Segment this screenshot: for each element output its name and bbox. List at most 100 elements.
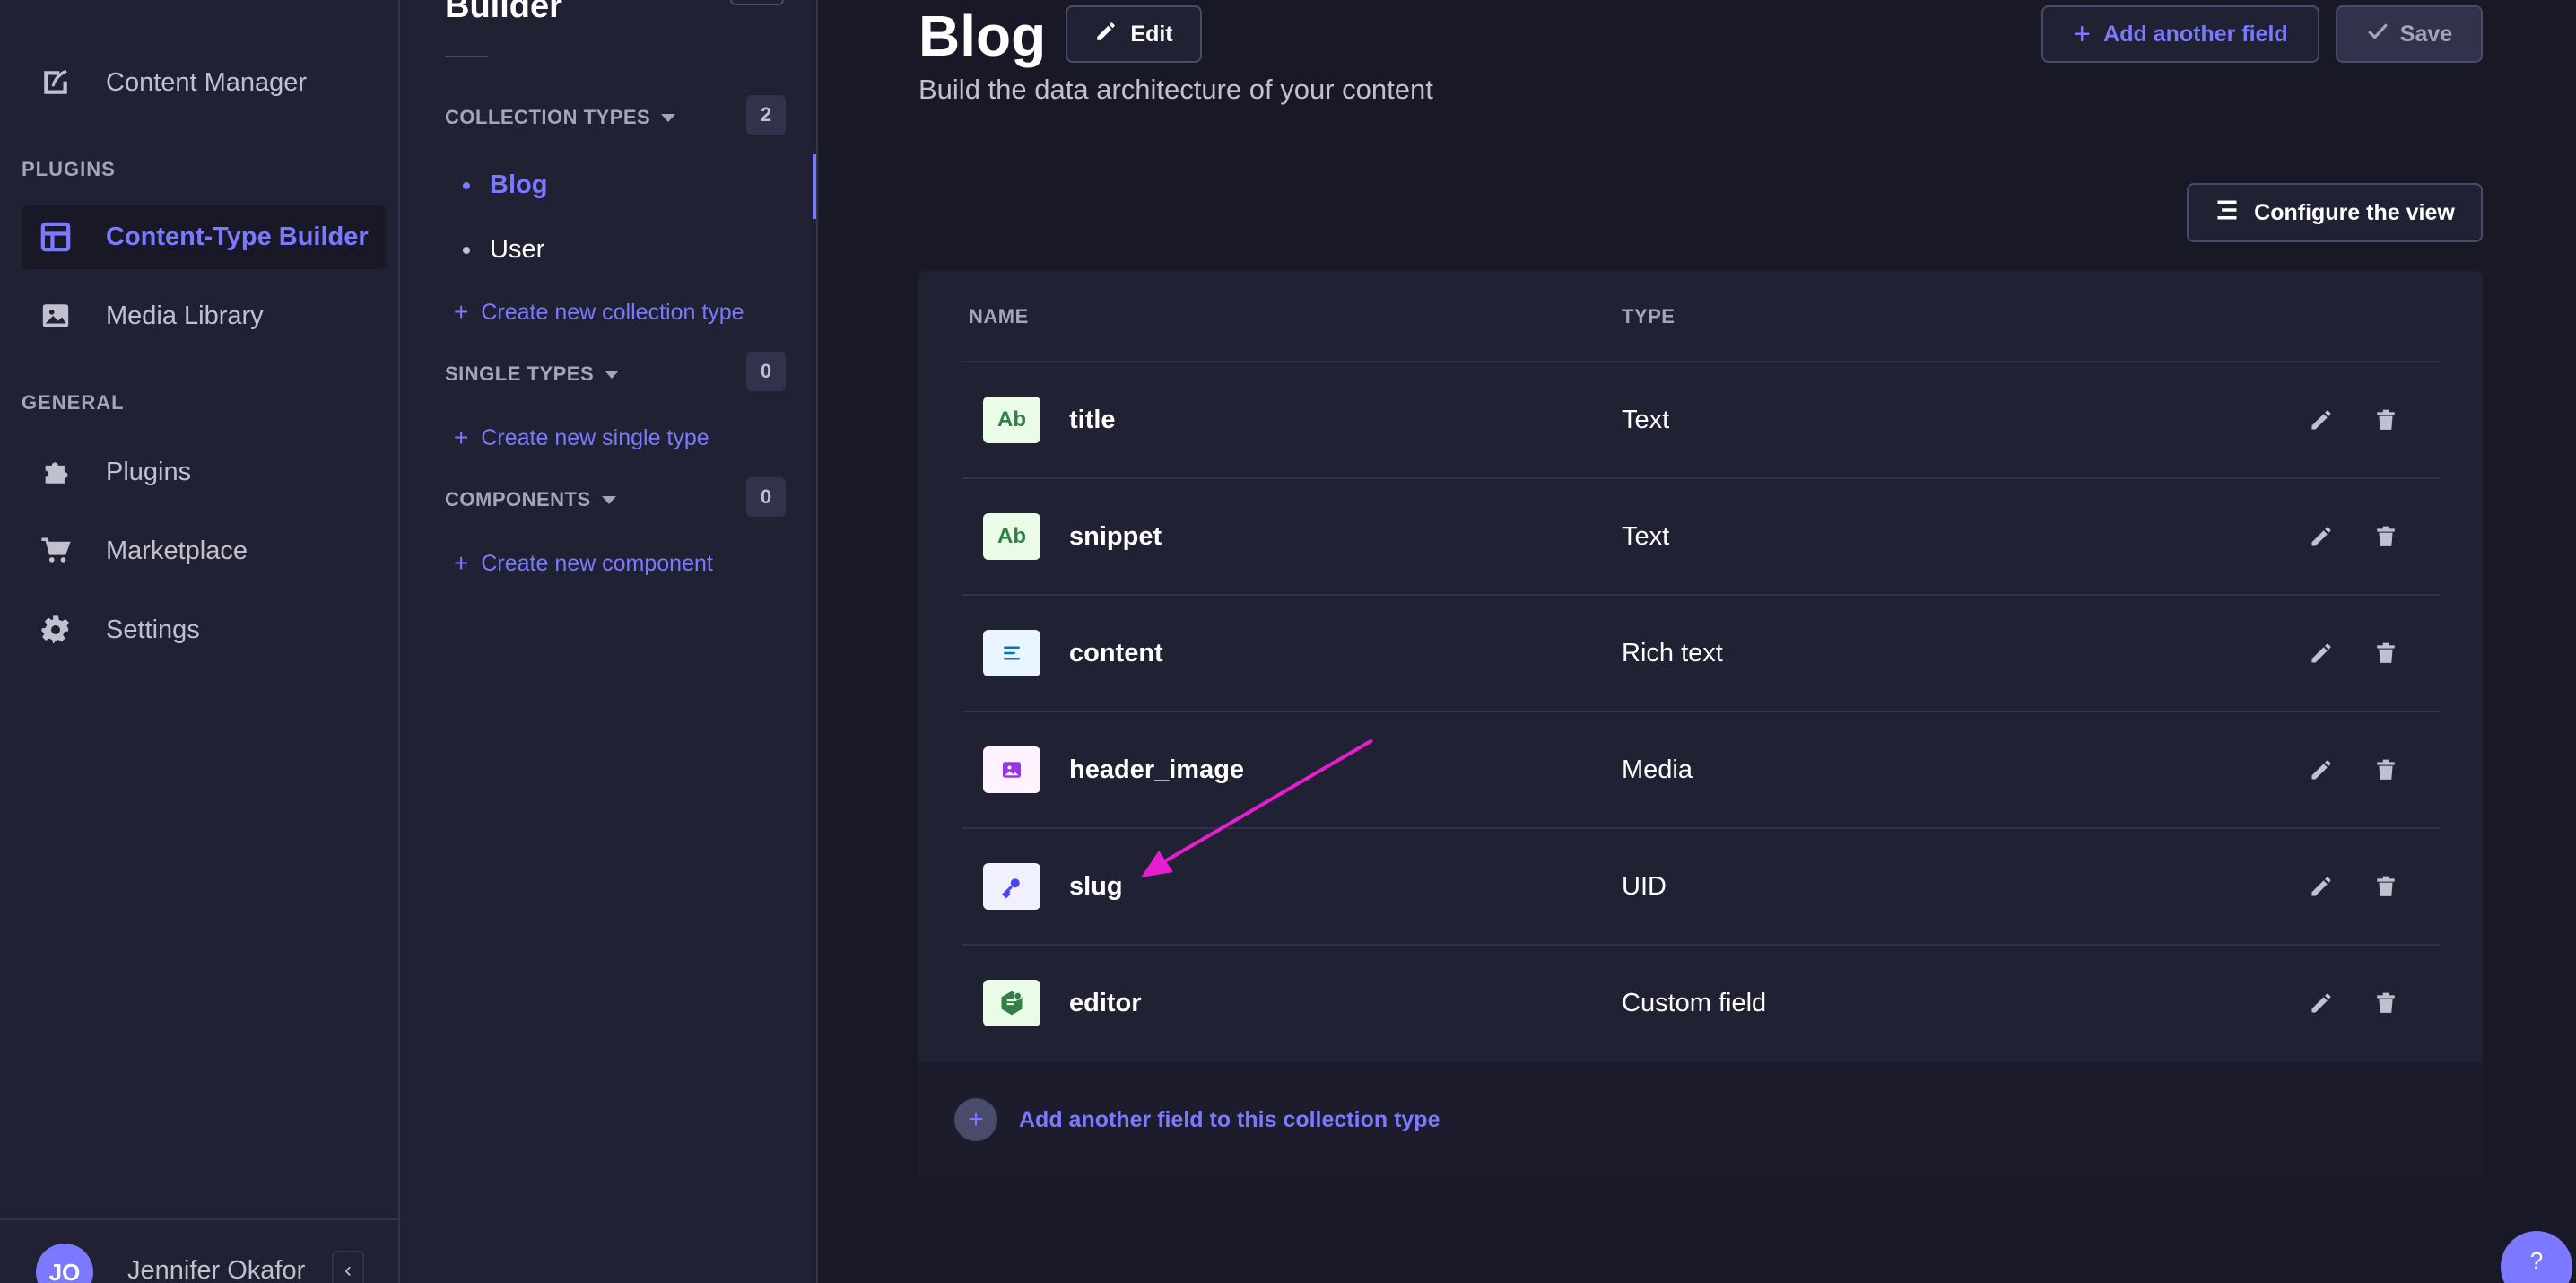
delete-trash-icon[interactable] <box>2370 637 2402 669</box>
edit-button-label: Edit <box>1130 21 1173 47</box>
nav-item-label: Marketplace <box>106 536 248 565</box>
field-type: Text <box>1622 522 1670 551</box>
nav-item-label: Plugins <box>106 457 192 486</box>
field-name: content <box>1069 639 1163 668</box>
plus-icon: + <box>454 298 469 326</box>
page-subtitle: Build the data architecture of your cont… <box>918 74 1433 105</box>
table-row[interactable]: content Rich text <box>962 594 2440 711</box>
gear-icon <box>39 614 72 646</box>
media-field-icon <box>983 746 1040 793</box>
edit-pencil-icon[interactable] <box>2305 637 2337 669</box>
caret-down-icon <box>605 370 620 379</box>
configure-view-button[interactable]: Configure the view <box>2187 183 2483 242</box>
annotation-arrow-icon <box>1141 738 1374 877</box>
user-name[interactable]: Jennifer Okafor <box>127 1256 305 1283</box>
field-name: slug <box>1069 872 1123 901</box>
table-row[interactable]: editor Custom field <box>962 944 2440 1060</box>
edit-button[interactable]: Edit <box>1066 5 1202 63</box>
uid-key-icon <box>983 863 1040 910</box>
link-label: Create new component <box>481 550 713 576</box>
edit-pencil-icon[interactable] <box>2305 520 2337 553</box>
nav-section-general: GENERAL <box>22 391 125 414</box>
components-toggle[interactable]: COMPONENTS <box>445 488 616 511</box>
feather-icon <box>39 66 72 99</box>
field-type: Text <box>1622 406 1670 434</box>
caret-down-icon <box>601 495 616 504</box>
delete-trash-icon[interactable] <box>2370 987 2402 1019</box>
section-heading: COLLECTION TYPES <box>445 106 651 128</box>
plus-icon: + <box>454 549 469 577</box>
subnav-item-user[interactable]: User <box>463 235 544 265</box>
caret-down-icon <box>661 113 676 122</box>
collapse-nav-button[interactable]: ‹ <box>332 1251 364 1283</box>
nav-item-content-manager[interactable]: Content Manager <box>22 50 386 115</box>
content-type-builder-subnav: Builder COLLECTION TYPES 2 Blog User + C… <box>400 0 818 1283</box>
section-heading: COMPONENTS <box>445 488 591 511</box>
nav-item-label: Content-Type Builder <box>106 222 369 251</box>
add-field-to-collection-link[interactable]: Add another field to this collection typ… <box>1019 1107 1440 1133</box>
pencil-icon <box>1094 20 1118 49</box>
bullet-icon <box>463 181 470 189</box>
nav-item-settings[interactable]: Settings <box>22 598 386 662</box>
image-icon <box>39 300 72 332</box>
create-collection-type-link[interactable]: + Create new collection type <box>454 298 744 327</box>
field-type: Custom field <box>1622 989 1767 1017</box>
page-title: Blog <box>918 4 1047 68</box>
table-row[interactable]: Ab title Text <box>962 361 2440 477</box>
subnav-item-label: User <box>490 235 545 264</box>
add-field-footer[interactable]: + Add another field to this collection t… <box>918 1062 2483 1177</box>
delete-trash-icon[interactable] <box>2370 404 2402 436</box>
single-types-toggle[interactable]: SINGLE TYPES <box>445 362 620 386</box>
check-icon <box>2366 20 2389 49</box>
nav-item-plugins[interactable]: Plugins <box>22 440 386 504</box>
add-field-label: Add another field <box>2103 21 2288 47</box>
nav-item-marketplace[interactable]: Marketplace <box>22 519 386 583</box>
create-component-link[interactable]: + Create new component <box>454 549 713 578</box>
delete-trash-icon[interactable] <box>2370 754 2402 786</box>
field-type: Media <box>1622 755 1693 784</box>
add-another-field-button[interactable]: + Add another field <box>2041 5 2319 63</box>
nav-item-media-library[interactable]: Media Library <box>22 284 386 348</box>
edit-pencil-icon[interactable] <box>2305 987 2337 1019</box>
divider <box>445 56 488 57</box>
table-row[interactable]: Ab snippet Text <box>962 477 2440 594</box>
nav-item-label: Content Manager <box>106 67 308 97</box>
layout-icon <box>39 221 72 253</box>
help-button[interactable]: ? <box>2501 1231 2572 1283</box>
single-types-count: 0 <box>746 352 786 391</box>
link-label: Create new single type <box>481 424 709 450</box>
user-profile-footer: JO Jennifer Okafor ‹ <box>0 1218 400 1283</box>
field-type: Rich text <box>1622 639 1723 668</box>
plus-circle-icon: + <box>954 1098 997 1141</box>
edit-pencil-icon[interactable] <box>2305 404 2337 436</box>
plus-icon: + <box>454 423 469 451</box>
collection-types-count: 2 <box>746 95 786 135</box>
collection-types-toggle[interactable]: COLLECTION TYPES <box>445 106 676 129</box>
delete-trash-icon[interactable] <box>2370 870 2402 903</box>
puzzle-icon <box>39 456 72 488</box>
text-field-icon: Ab <box>983 397 1040 443</box>
subnav-item-blog[interactable]: Blog <box>463 170 547 200</box>
create-single-type-link[interactable]: + Create new single type <box>454 423 709 452</box>
field-name: title <box>1069 406 1116 434</box>
nav-section-plugins: PLUGINS <box>22 158 116 180</box>
help-icon: ? <box>2529 1247 2544 1274</box>
custom-field-icon <box>983 980 1040 1026</box>
bullet-icon <box>463 246 470 254</box>
subnav-search-button[interactable] <box>730 0 784 5</box>
save-button[interactable]: Save <box>2336 5 2483 63</box>
edit-pencil-icon[interactable] <box>2305 754 2337 786</box>
edit-pencil-icon[interactable] <box>2305 870 2337 903</box>
section-heading: SINGLE TYPES <box>445 362 595 385</box>
nav-item-content-type-builder[interactable]: Content-Type Builder <box>22 205 386 269</box>
link-label: Create new collection type <box>481 299 744 325</box>
active-indicator <box>813 154 816 219</box>
subnav-title: Builder <box>445 0 562 25</box>
save-label: Save <box>2399 21 2453 47</box>
avatar[interactable]: JO <box>36 1244 93 1283</box>
main-navigation: Content Manager PLUGINS Content-Type Bui… <box>0 0 400 1283</box>
cart-icon <box>39 535 72 567</box>
nav-item-label: Settings <box>106 615 200 644</box>
delete-trash-icon[interactable] <box>2370 520 2402 553</box>
field-name: editor <box>1069 989 1142 1017</box>
